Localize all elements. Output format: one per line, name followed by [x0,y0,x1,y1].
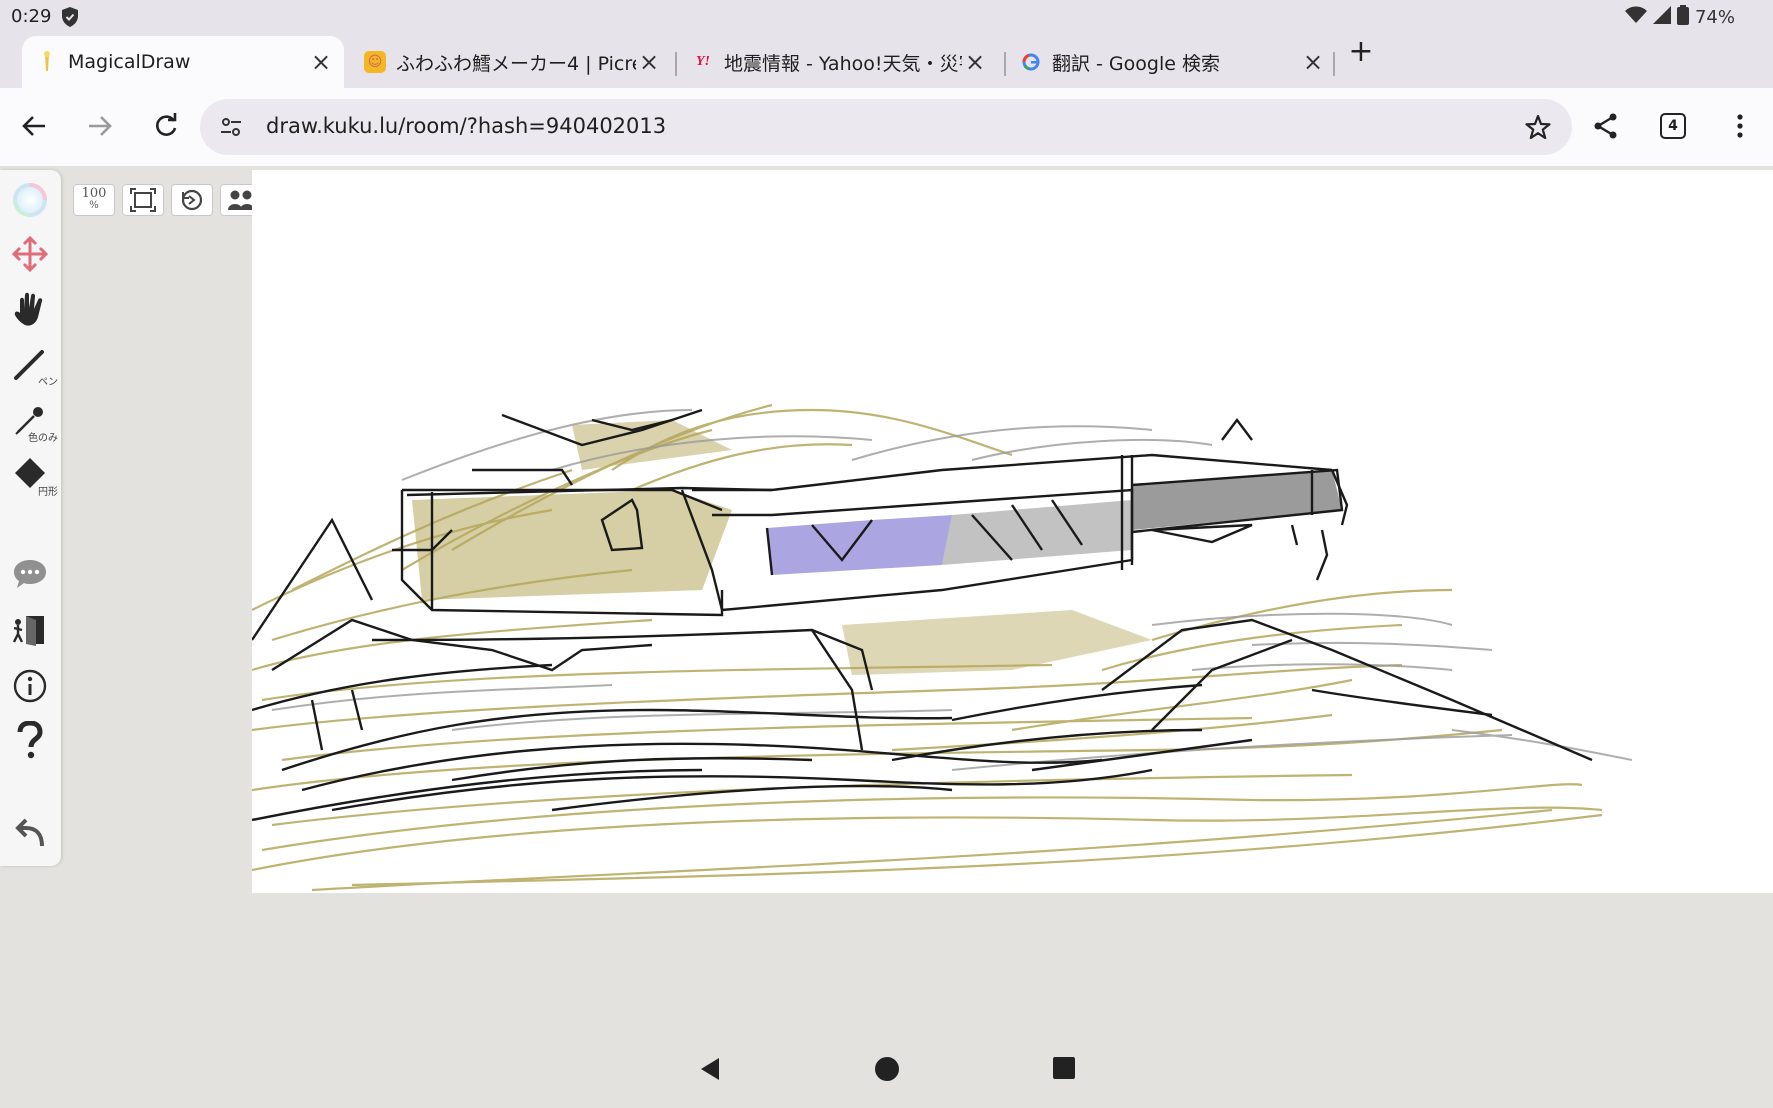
nav-home-button[interactable] [874,1056,900,1086]
question-mark-icon [17,721,43,759]
zoom-100-button[interactable]: 100 % [73,184,115,216]
eyedropper-tool-label: 色のみ [28,433,58,444]
wifi-icon [1624,6,1647,29]
tab-magicaldraw[interactable]: MagicalDraw × [22,36,344,88]
zoom-value: 100 [81,186,107,201]
tab-google[interactable]: 翻訳 - Google 検索 × [1006,36,1336,88]
site-settings-icon[interactable] [218,114,244,144]
fit-frame-icon [130,188,156,212]
close-tab-icon[interactable]: × [1300,48,1326,76]
undo-icon [15,818,44,847]
tab-separator [675,52,677,76]
battery-icon [1676,5,1689,30]
back-arrow-icon [22,116,45,136]
tab-yahoo[interactable]: Y! 地震情報 - Yahoo!天気・災害 × [678,36,998,88]
ground-khaki-fill [842,610,1152,675]
hand-icon [14,292,43,326]
forward-button[interactable] [80,106,120,146]
move-arrows-icon [12,236,48,272]
pen-tool-label: ペン [38,377,58,388]
sketch-artwork [252,403,1633,892]
pen-tool-button[interactable]: ペン [8,342,58,388]
browser-toolbar: draw.kuku.lu/room/?hash=940402013 4 [0,88,1773,166]
bookmark-star-icon[interactable] [1524,113,1552,145]
square-recents-icon [1053,1057,1075,1079]
fit-screen-button[interactable] [122,184,164,216]
menu-button[interactable] [1720,106,1760,146]
tab-switcher-button[interactable]: 4 [1653,106,1693,146]
zoom-percent-icon: 100 % [81,186,107,212]
magicaldraw-icon [36,51,58,73]
close-tab-icon[interactable]: × [636,48,662,76]
zoom-unit: % [89,200,99,211]
tab-title: 地震情報 - Yahoo!天気・災害 [724,52,962,75]
battery-level: 74% [1694,7,1735,28]
more-vert-icon [1737,114,1743,138]
color-picker-button[interactable] [8,178,52,222]
status-time: 0:29 [11,6,52,27]
share-icon [1594,113,1617,139]
close-tab-icon[interactable]: × [308,48,334,76]
color-wheel-icon [13,183,47,217]
tab-title: MagicalDraw [68,51,191,73]
nav-back-button[interactable] [697,1056,723,1086]
drawing-canvas[interactable] [252,170,1773,893]
exit-room-button[interactable] [8,608,52,652]
rotate-icon [181,189,203,211]
close-tab-icon[interactable]: × [962,48,988,76]
help-button[interactable] [8,718,52,762]
chat-button[interactable] [8,552,52,596]
tool-sidebar: ペン 色のみ 円形 [0,170,61,866]
reload-icon [156,113,177,136]
exit-door-icon [12,616,44,646]
users-icon [228,190,254,210]
status-bar: 0:29 74% [0,0,1773,34]
yahoo-icon: Y! [696,54,710,69]
triangle-back-icon [701,1058,719,1080]
undo-button[interactable] [8,812,52,856]
rotate-reset-button[interactable] [171,184,213,216]
share-button[interactable] [1586,106,1626,146]
tab-picrew[interactable]: ☺ ふわふわ鱈メーカー4 | Picre × [350,36,672,88]
shape-tool-label: 円形 [38,487,58,498]
tab-separator [1333,52,1335,76]
tab-title: 翻訳 - Google 検索 [1052,52,1220,75]
eyedropper-tool-button[interactable]: 色のみ [8,398,58,444]
status-right: 74% [1624,5,1735,30]
tab-title: ふわふわ鱈メーカー4 | Picre [396,52,636,75]
address-bar[interactable]: draw.kuku.lu/room/?hash=940402013 [200,99,1572,155]
signal-icon [1652,6,1671,29]
body-khaki-fill [412,490,732,600]
picrew-icon: ☺ [364,51,386,73]
tab-strip: MagicalDraw × ☺ ふわふわ鱈メーカー4 | Picre × Y! … [0,34,1773,88]
android-nav-bar [0,1008,1773,1108]
window-gray-fill [942,500,1132,565]
shape-tool-button[interactable]: 円形 [8,452,58,498]
new-tab-button[interactable]: + [1346,37,1376,68]
hand-tool-button[interactable] [8,288,52,332]
info-button[interactable] [8,664,52,708]
move-tool-button[interactable] [8,232,52,276]
chat-bubble-icon [14,560,46,588]
tab-count: 4 [1668,118,1678,134]
forward-arrow-icon [89,116,112,136]
back-button[interactable] [14,106,54,146]
url-text[interactable]: draw.kuku.lu/room/?hash=940402013 [266,114,666,138]
circle-home-icon [875,1057,899,1081]
info-icon [13,669,47,703]
google-icon [1020,51,1042,73]
window-purple-fill [767,515,952,575]
tab-count-icon: 4 [1660,113,1686,139]
reload-button[interactable] [146,106,186,146]
shield-icon [58,5,82,33]
nav-recents-button[interactable] [1052,1056,1076,1084]
